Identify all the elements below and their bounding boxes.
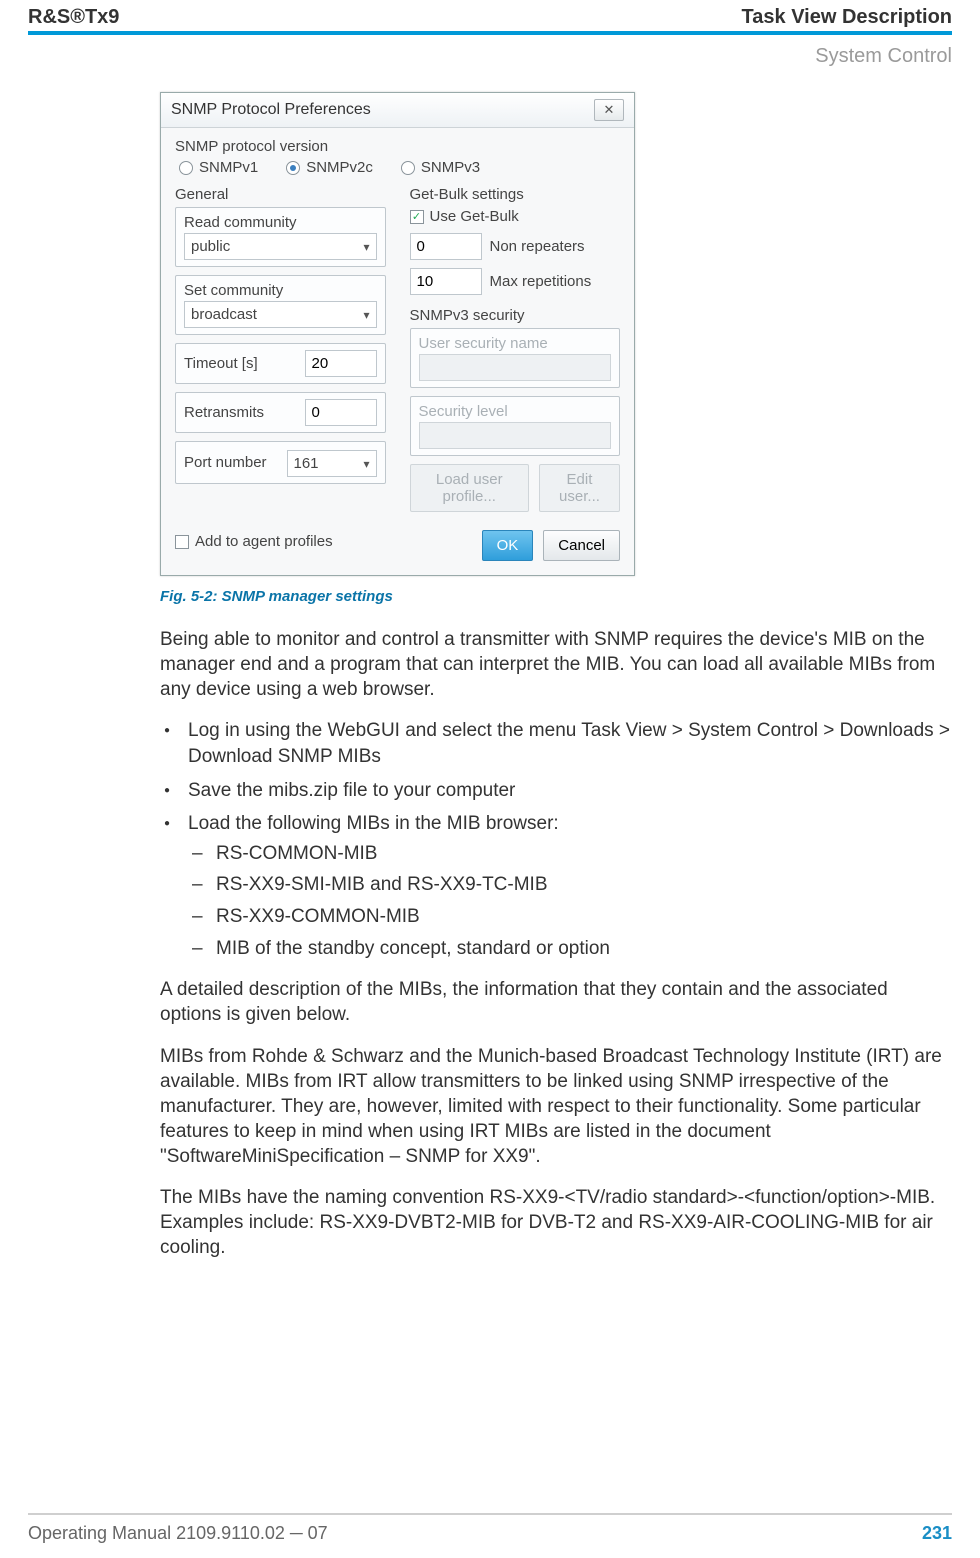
load-user-profile-button: Load user profile... (410, 464, 529, 512)
timeout-input[interactable] (305, 350, 377, 377)
use-getbulk-checkbox[interactable]: ✓Use Get-Bulk (410, 208, 519, 225)
user-security-name-input (419, 354, 612, 381)
general-label: General (175, 186, 386, 203)
getbulk-label: Get-Bulk settings (410, 186, 621, 203)
radio-snmpv1-label: SNMPv1 (199, 159, 258, 176)
list-item: MIB of the standby concept, standard or … (188, 936, 952, 962)
dialog-title: SNMP Protocol Preferences (171, 101, 371, 119)
add-to-agent-profiles-label: Add to agent profiles (195, 533, 333, 550)
read-community-label: Read community (184, 214, 377, 231)
body-paragraph: MIBs from Rohde & Schwarz and the Munich… (160, 1044, 952, 1169)
timeout-label: Timeout [s] (184, 355, 297, 372)
port-label: Port number (184, 454, 279, 471)
snmp-preferences-dialog: SNMP Protocol Preferences ✕ SNMP protoco… (160, 92, 635, 576)
add-to-agent-profiles-checkbox[interactable]: Add to agent profiles (175, 533, 333, 550)
maxrepetitions-label: Max repetitions (490, 273, 592, 290)
section-name: System Control (0, 35, 980, 68)
read-community-dropdown[interactable]: public ▾ (184, 233, 377, 260)
use-getbulk-label: Use Get-Bulk (430, 208, 519, 225)
radio-snmpv1[interactable]: SNMPv1 (179, 159, 258, 176)
chevron-down-icon: ▾ (363, 308, 369, 322)
ok-button[interactable]: OK (482, 530, 534, 561)
list-item: Save the mibs.zip file to your computer (160, 778, 952, 804)
chevron-down-icon: ▾ (363, 240, 369, 254)
retransmits-label: Retransmits (184, 404, 297, 421)
version-group-label: SNMP protocol version (175, 138, 620, 155)
body-paragraph: A detailed description of the MIBs, the … (160, 977, 952, 1027)
security-level-label: Security level (419, 403, 612, 420)
body-paragraph: The MIBs have the naming convention RS-X… (160, 1185, 952, 1260)
set-community-label: Set community (184, 282, 377, 299)
list-item: Load the following MIBs in the MIB brows… (160, 811, 952, 961)
read-community-value: public (191, 238, 230, 255)
nonrepeaters-input[interactable] (410, 233, 482, 260)
close-icon: ✕ (604, 102, 615, 118)
user-security-name-label: User security name (419, 335, 612, 352)
product-id: R&S®Tx9 (28, 6, 119, 29)
nonrepeaters-label: Non repeaters (490, 238, 585, 255)
maxrepetitions-input[interactable] (410, 268, 482, 295)
chapter-title: Task View Description (742, 6, 952, 29)
list-item: RS-XX9-COMMON-MIB (188, 904, 952, 930)
figure-caption: Fig. 5-2: SNMP manager settings (160, 588, 952, 605)
manual-id: Operating Manual 2109.9110.02 ─ 07 (28, 1523, 328, 1544)
close-button[interactable]: ✕ (594, 99, 624, 121)
list-item: RS-COMMON-MIB (188, 841, 952, 867)
security-level-input (419, 422, 612, 449)
body-paragraph: Being able to monitor and control a tran… (160, 627, 952, 702)
radio-snmpv2c-label: SNMPv2c (306, 159, 373, 176)
radio-snmpv3[interactable]: SNMPv3 (401, 159, 480, 176)
port-value: 161 (294, 455, 319, 472)
retransmits-input[interactable] (305, 399, 377, 426)
cancel-button[interactable]: Cancel (543, 530, 620, 561)
list-item: Log in using the WebGUI and select the m… (160, 718, 952, 769)
page-number: 231 (922, 1523, 952, 1544)
port-dropdown[interactable]: 161 ▾ (287, 450, 377, 477)
set-community-dropdown[interactable]: broadcast ▾ (184, 301, 377, 328)
set-community-value: broadcast (191, 306, 257, 323)
snmpv3-security-label: SNMPv3 security (410, 307, 621, 324)
chevron-down-icon: ▾ (363, 457, 369, 471)
list-item: RS-XX9-SMI-MIB and RS-XX9-TC-MIB (188, 872, 952, 898)
radio-snmpv3-label: SNMPv3 (421, 159, 480, 176)
radio-snmpv2c[interactable]: SNMPv2c (286, 159, 373, 176)
footer-rule (28, 1513, 952, 1515)
edit-user-button: Edit user... (539, 464, 620, 512)
